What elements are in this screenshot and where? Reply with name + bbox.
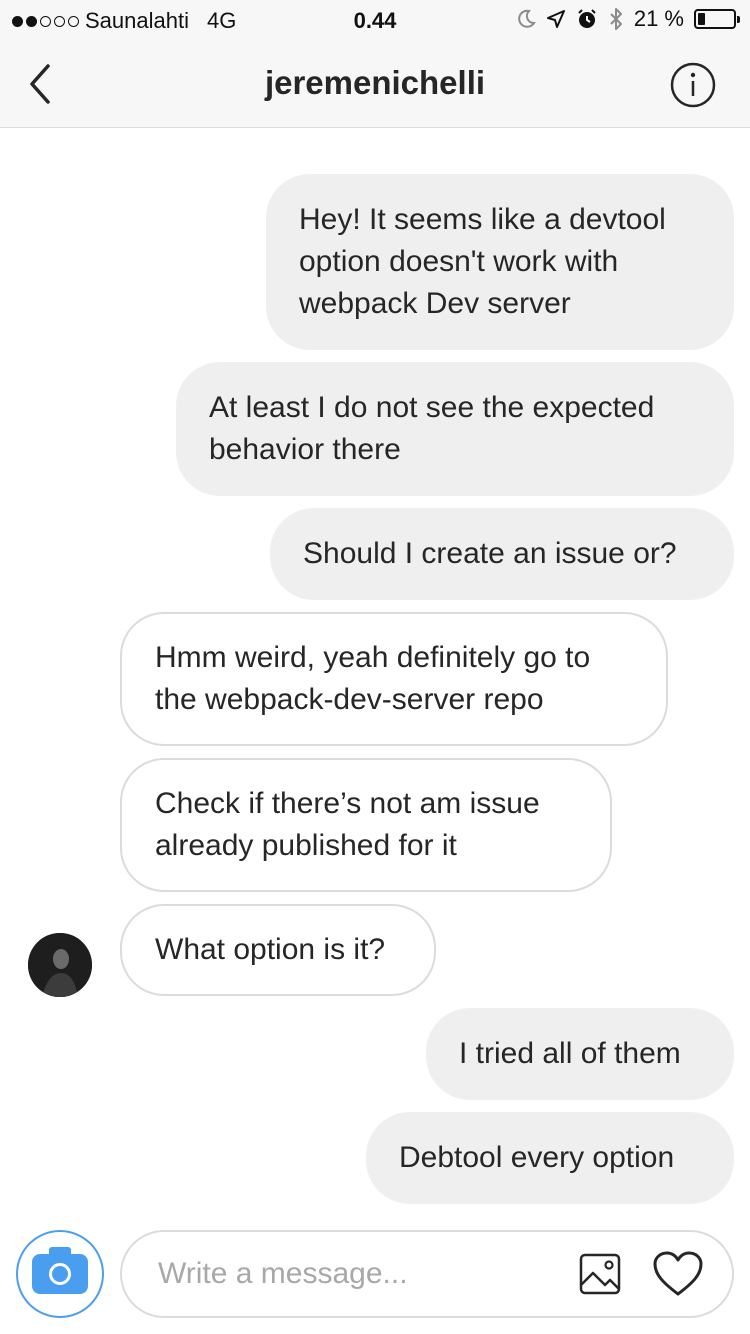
message-bubble-outgoing[interactable]: Hey! It seems like a devtool option does…	[266, 174, 734, 350]
like-button[interactable]	[652, 1250, 704, 1298]
message-text: Debtool every option	[399, 1141, 675, 1174]
conversation-title[interactable]: jeremenichelli	[0, 64, 750, 102]
battery-icon	[694, 9, 740, 29]
status-right: 21 %	[516, 6, 740, 32]
camera-icon	[32, 1247, 88, 1294]
message-bubble-outgoing[interactable]: Should I create an issue or?	[270, 508, 734, 600]
battery-fill	[698, 13, 706, 25]
message-bubble-outgoing[interactable]: Debtool every option	[366, 1112, 734, 1204]
image-icon	[579, 1253, 621, 1295]
message-text: Should I create an issue or?	[303, 537, 677, 570]
heart-icon	[653, 1251, 703, 1296]
location-arrow-icon	[546, 10, 565, 28]
info-icon	[670, 62, 716, 108]
message-composer	[120, 1230, 734, 1318]
message-bubble-outgoing[interactable]: At least I do not see the expected behav…	[176, 362, 734, 496]
info-button[interactable]	[670, 62, 716, 108]
message-text: Check if there’s not am issue already pu…	[155, 787, 540, 862]
alarm-icon	[578, 9, 596, 28]
message-text: I tried all of them	[459, 1037, 681, 1070]
message-input[interactable]	[158, 1250, 558, 1298]
battery-percentage: 21 %	[633, 6, 684, 31]
message-bubble-outgoing[interactable]: I tried all of them	[426, 1008, 734, 1100]
conversation-header: jeremenichelli	[0, 40, 750, 128]
avatar[interactable]	[28, 933, 92, 997]
moon-icon	[518, 9, 536, 28]
gallery-button[interactable]	[578, 1252, 622, 1296]
message-bubble-incoming[interactable]: Check if there’s not am issue already pu…	[120, 758, 612, 892]
message-bubble-incoming[interactable]: Hmm weird, yeah definitely go to the web…	[120, 612, 668, 746]
status-bar: Saunalahti 4G 0.44 21 %	[0, 0, 750, 40]
message-text: Hey! It seems like a devtool option does…	[299, 203, 666, 320]
message-bubble-incoming[interactable]: What option is it?	[120, 904, 436, 996]
bluetooth-icon	[610, 8, 622, 30]
message-text: Hmm weird, yeah definitely go to the web…	[155, 641, 591, 716]
avatar-image	[28, 933, 92, 997]
message-text: What option is it?	[155, 933, 386, 966]
camera-button[interactable]	[16, 1230, 104, 1318]
message-text: At least I do not see the expected behav…	[209, 391, 655, 466]
